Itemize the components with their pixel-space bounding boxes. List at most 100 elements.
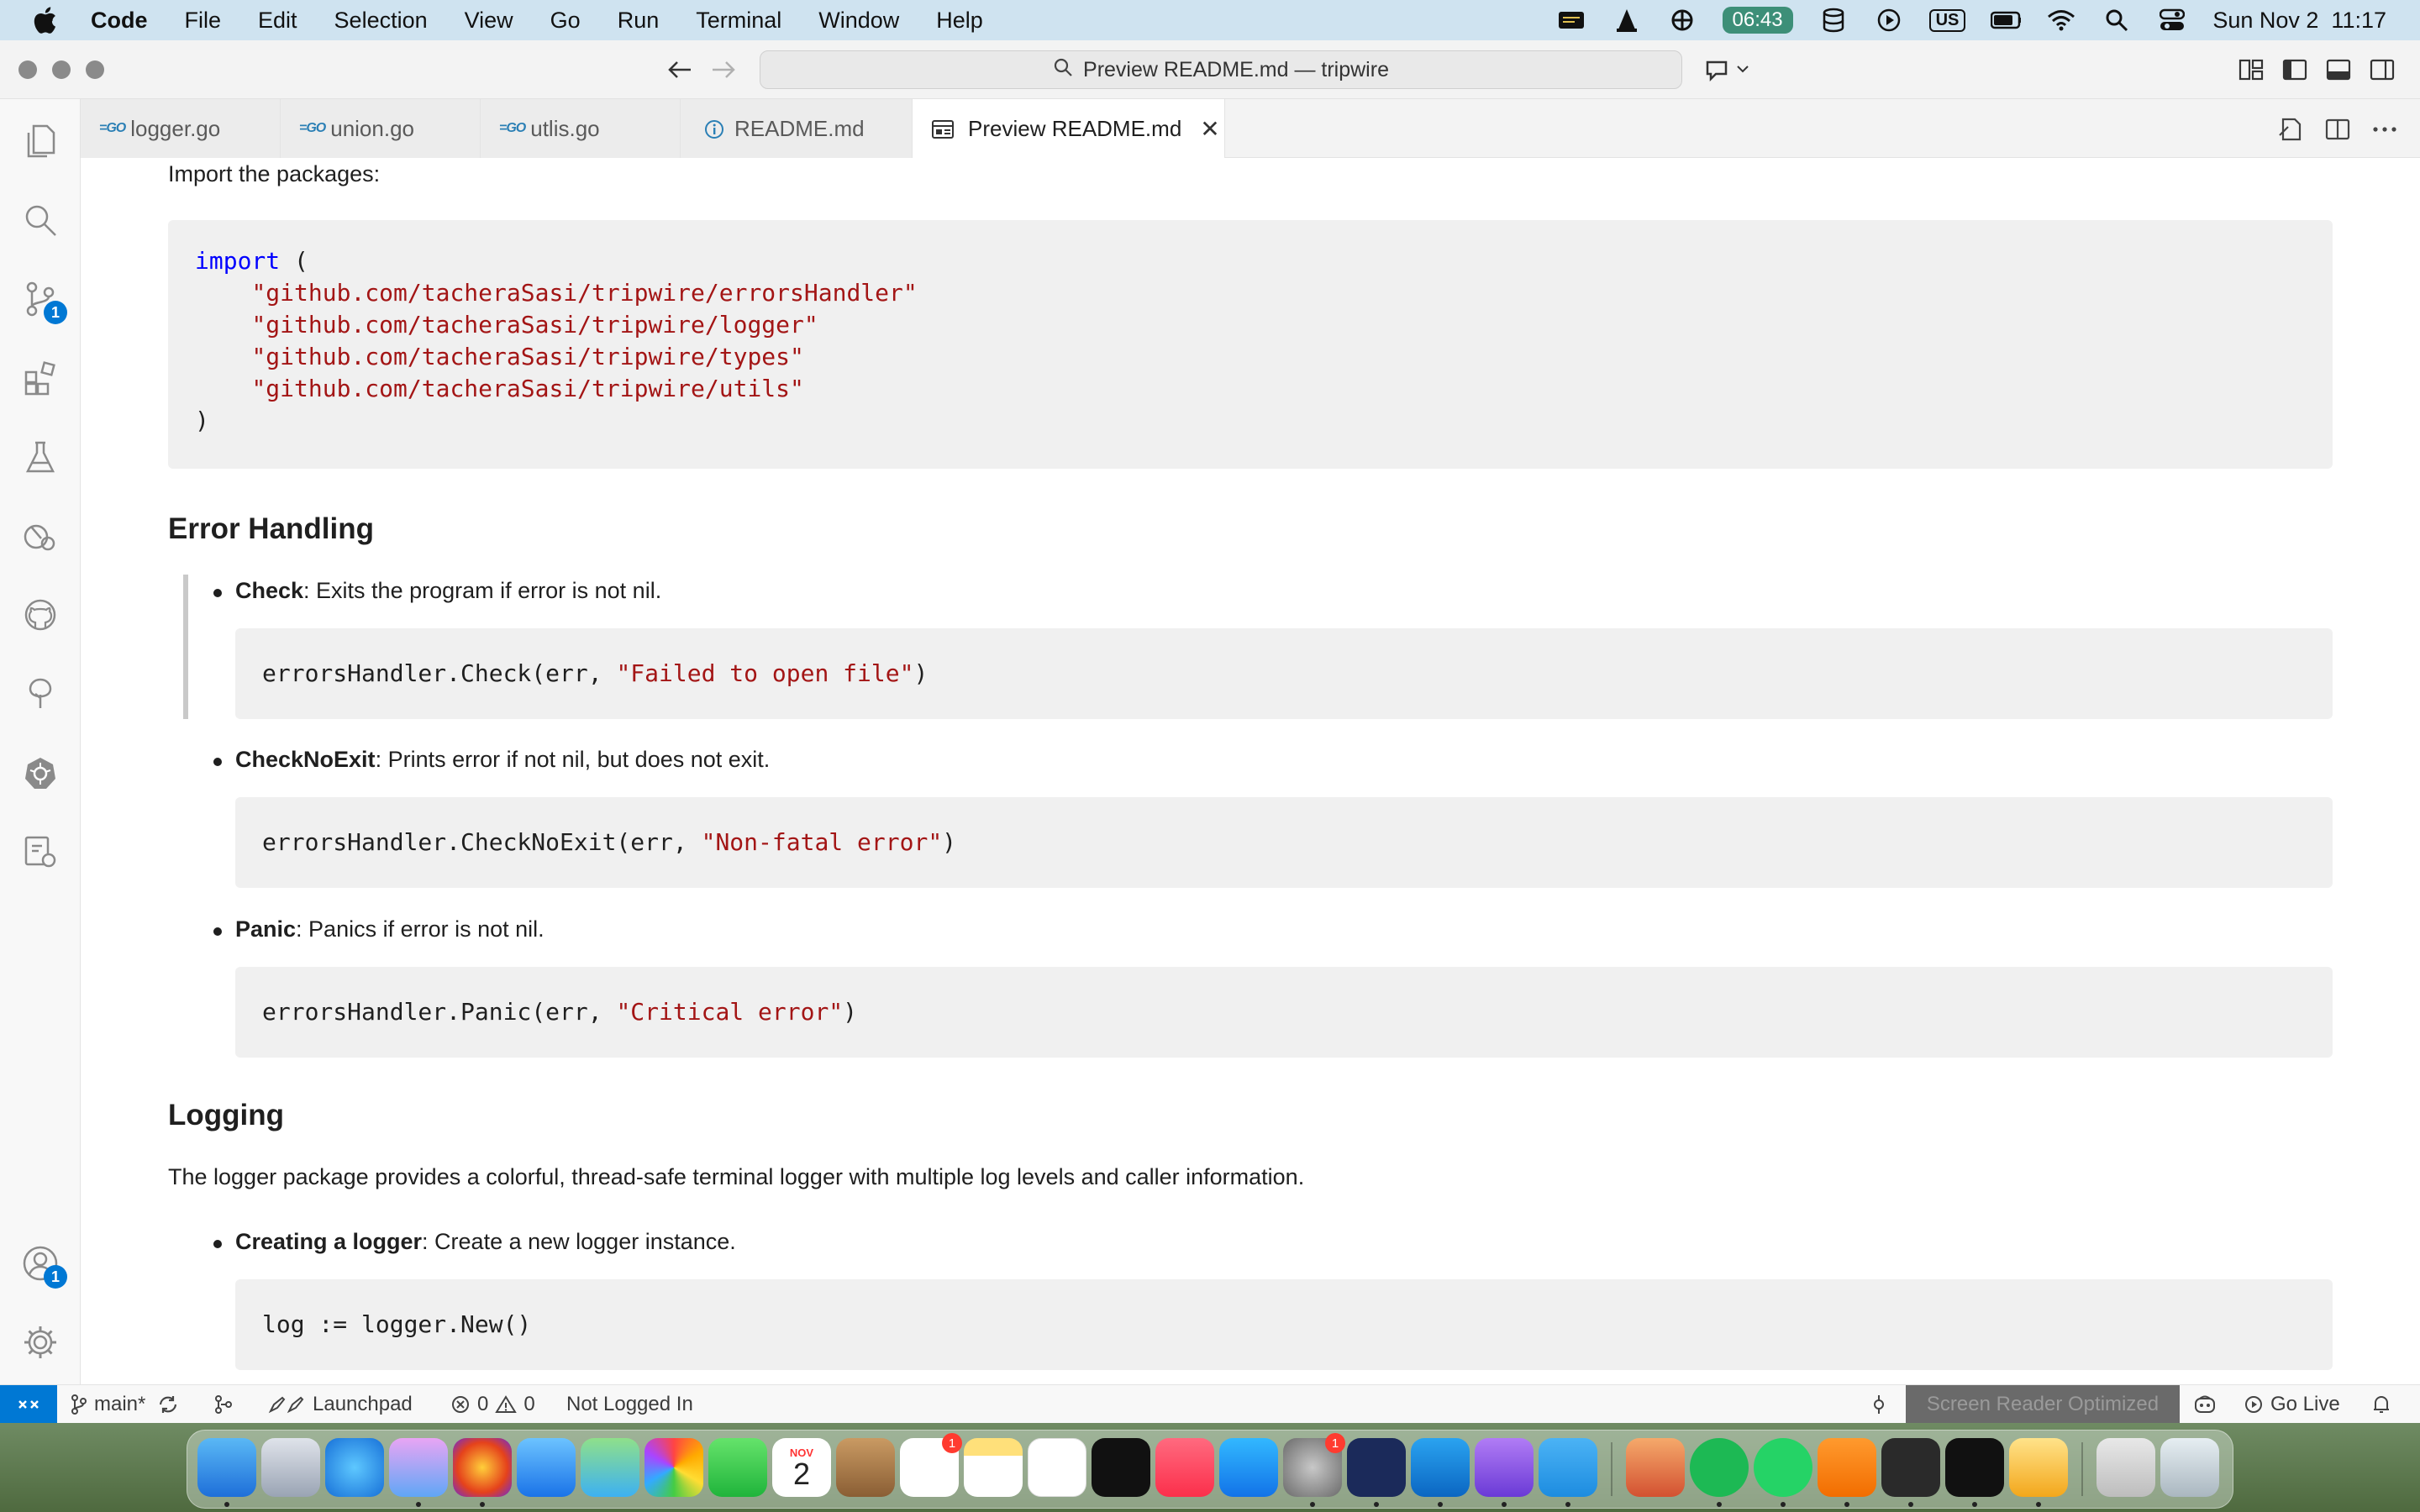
tab-readme-md[interactable]: README.md [681,99,913,158]
system-settings-icon[interactable]: 1 [1283,1433,1345,1507]
close-tab-icon[interactable]: ✕ [1200,115,1219,143]
vlc-icon[interactable] [1818,1438,1876,1507]
extensions-icon[interactable] [20,358,60,398]
menu-edit[interactable]: Edit [258,8,297,34]
launchpad-status[interactable]: Launchpad [267,1385,413,1424]
login-status[interactable]: Not Logged In [566,1385,693,1424]
database-app-icon[interactable] [1475,1438,1534,1507]
utility-app-icon[interactable] [1347,1438,1406,1507]
window-close-button[interactable] [18,60,37,79]
tab-utlis-go[interactable]: =GO utlis.go [481,99,681,158]
notifications-bell-icon[interactable] [2371,1385,2391,1424]
forward-arrow-icon[interactable] [708,54,739,86]
trash-icon[interactable] [2160,1438,2219,1497]
apple-icon[interactable] [32,6,66,34]
tab-preview-readme[interactable]: Preview README.md ✕ [913,99,1225,159]
git-graph-status[interactable] [213,1385,234,1424]
problems-status[interactable]: 0 0 [450,1385,535,1424]
reminders-icon[interactable]: 1 [900,1433,962,1497]
menu-view[interactable]: View [465,8,513,34]
accounts-icon[interactable]: 1 [20,1243,67,1289]
safari-icon[interactable] [325,1438,384,1497]
maps-icon[interactable] [581,1438,639,1497]
tree-view-icon[interactable] [20,674,60,714]
vlc-menu-icon[interactable] [1612,8,1642,33]
music-folder-icon[interactable] [2096,1438,2155,1497]
window-zoom-button[interactable] [86,60,104,79]
markdown-preview[interactable]: Import the packages: import ( "github.co… [81,158,2420,1384]
open-source-icon[interactable] [2275,114,2306,144]
database-icon[interactable] [1818,8,1849,33]
menu-terminal[interactable]: Terminal [696,8,781,34]
notes-icon[interactable] [964,1438,1023,1497]
play-circle-icon[interactable] [1874,8,1904,33]
keyboard-app-icon[interactable] [1881,1438,1940,1507]
control-center-icon[interactable] [2157,8,2187,33]
split-editor-icon[interactable] [2323,114,2353,144]
vscode-icon[interactable] [1411,1438,1470,1507]
testing-flask-icon[interactable] [20,437,60,477]
menu-file[interactable]: File [185,8,222,34]
back-arrow-icon[interactable] [664,54,696,86]
terminal-icon[interactable] [1945,1438,2004,1507]
menu-run[interactable]: Run [618,8,660,34]
go-live-button[interactable]: Go Live [2244,1385,2340,1424]
manage-gear-icon[interactable] [20,1322,60,1362]
spotify-icon[interactable] [1690,1438,1749,1507]
toggle-panel-icon[interactable] [2323,54,2354,86]
app-store-icon[interactable] [1219,1438,1278,1497]
wifi-icon[interactable] [2046,8,2076,33]
finder-icon[interactable] [197,1438,256,1507]
freeform-icon[interactable] [1028,1438,1086,1497]
remote-explorer-icon[interactable] [20,832,60,872]
menu-selection[interactable]: Selection [334,8,428,34]
command-center[interactable]: Preview README.md — tripwire [760,50,1682,89]
arc-browser-icon[interactable] [389,1438,448,1507]
tab-logger-go[interactable]: =GO logger.go [81,99,281,158]
menu-app-name[interactable]: Code [91,8,148,34]
menu-go[interactable]: Go [550,8,581,34]
remote-indicator[interactable] [0,1385,57,1424]
branch-status[interactable]: main* [71,1385,179,1424]
github-icon[interactable] [20,595,60,635]
launchpad-icon[interactable] [261,1438,320,1497]
photos-icon[interactable] [644,1438,703,1497]
ccleaner-icon[interactable] [1626,1438,1685,1497]
commit-icon[interactable] [1869,1385,1889,1424]
timer-badge[interactable]: 06:43 [1722,7,1793,34]
apple-tv-icon[interactable] [1092,1438,1150,1497]
battery-icon[interactable] [1991,8,2022,33]
menu-help[interactable]: Help [936,8,983,34]
copilot-chat-icon[interactable] [1702,54,1753,86]
customize-layout-icon[interactable] [2235,54,2267,86]
fork-git-icon[interactable] [2009,1438,2068,1507]
docker-icon[interactable] [1539,1438,1597,1507]
music-icon[interactable] [1155,1438,1214,1497]
source-control-icon[interactable]: 1 [20,279,67,324]
pinwheel-icon[interactable] [1667,8,1697,33]
facetime-icon[interactable] [708,1438,767,1497]
more-actions-icon[interactable] [2370,114,2400,144]
search-view-icon[interactable] [20,200,60,240]
kubernetes-icon[interactable] [20,753,60,793]
tab-union-go[interactable]: =GO union.go [281,99,481,158]
toggle-secondary-sidebar-icon[interactable] [2366,54,2398,86]
firefox-icon[interactable] [453,1438,512,1507]
spotlight-search-icon[interactable] [2102,8,2132,33]
mail-icon[interactable] [517,1438,576,1497]
explorer-icon[interactable] [20,121,60,161]
whatsapp-icon[interactable] [1754,1438,1812,1507]
menu-window[interactable]: Window [818,8,899,34]
calendar-icon[interactable]: NOV 2 [772,1438,831,1497]
code-prefix: errorsHandler.Panic(err, [262,998,617,1026]
screen-reader-optimized[interactable]: Screen Reader Optimized [1906,1385,2180,1424]
toggle-primary-sidebar-icon[interactable] [2279,54,2311,86]
window-minimize-button[interactable] [52,60,71,79]
run-debug-icon[interactable] [20,516,60,556]
list-item-checknoexit: CheckNoExit: Prints error if not nil, bu… [235,747,770,773]
contacts-icon[interactable] [836,1438,895,1497]
menu-clock[interactable]: Sun Nov 2 11:17 [2212,8,2386,34]
input-source-indicator[interactable]: US [1928,8,1966,32]
keyboard-status-icon[interactable] [1556,8,1586,33]
copilot-status-icon[interactable] [2193,1385,2217,1424]
